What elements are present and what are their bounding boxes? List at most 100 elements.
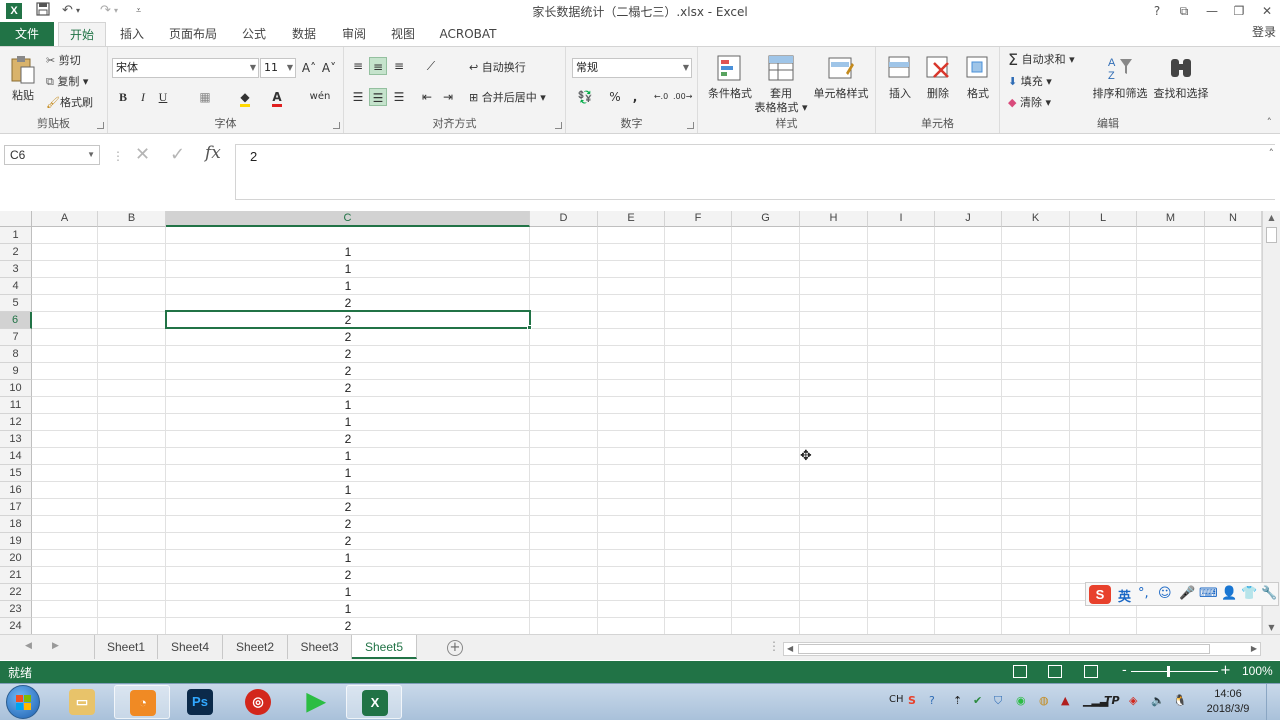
row-header-8[interactable]: 8 — [0, 346, 32, 363]
clear-button[interactable]: ◆ 清除 ▾ — [1008, 94, 1051, 112]
help-button[interactable]: ? — [1146, 2, 1168, 20]
fill-button[interactable]: ⬇ 填充 ▾ — [1008, 73, 1052, 91]
row-header-6[interactable]: 6 — [0, 312, 32, 329]
fill-handle[interactable] — [527, 325, 532, 330]
cell-c7[interactable]: 2 — [166, 329, 530, 346]
row-header-13[interactable]: 13 — [0, 431, 32, 448]
cell-c22[interactable]: 1 — [166, 584, 530, 601]
cell-styles-button[interactable]: 单元格样式 — [810, 53, 872, 101]
increase-decimal-button[interactable]: ←.0 — [652, 88, 670, 106]
sheet-tab-sheet3[interactable]: Sheet3 — [288, 635, 352, 659]
tab-review[interactable]: 审阅 — [334, 22, 374, 46]
copy-button[interactable]: ⧉ 复制 ▾ — [46, 73, 88, 91]
sheet-tab-sheet2[interactable]: Sheet2 — [223, 635, 288, 659]
align-top-icon[interactable]: ≡ — [349, 57, 367, 75]
cell-c15[interactable]: 1 — [166, 465, 530, 482]
column-header-e[interactable]: E — [598, 211, 665, 227]
page-break-preview-icon[interactable] — [1084, 665, 1098, 678]
tray-overflow-icon[interactable]: ⇡ — [953, 694, 962, 707]
tab-split-handle-icon[interactable]: ⋮ — [768, 639, 780, 653]
formula-input[interactable]: 2 — [235, 144, 1275, 200]
row-header-20[interactable]: 20 — [0, 550, 32, 567]
ribbon-display-options-button[interactable]: ⧉ — [1173, 2, 1195, 20]
sort-filter-button[interactable]: AZ 排序和筛选 — [1090, 53, 1150, 101]
font-size-select[interactable]: 11 ▼ — [260, 58, 296, 78]
page-layout-view-icon[interactable] — [1048, 665, 1062, 678]
italic-button[interactable]: I — [134, 88, 152, 106]
row-header-4[interactable]: 4 — [0, 278, 32, 295]
cell-c18[interactable]: 2 — [166, 516, 530, 533]
shrink-font-button[interactable]: A˅ — [320, 59, 338, 77]
cell-c8[interactable]: 2 — [166, 346, 530, 363]
bold-button[interactable]: B — [114, 88, 132, 106]
qq-icon[interactable]: 🐧 — [1173, 694, 1187, 707]
collapse-ribbon-icon[interactable]: ˄ — [1267, 116, 1273, 129]
cell-c14[interactable]: 1 — [166, 448, 530, 465]
row-header-3[interactable]: 3 — [0, 261, 32, 278]
decrease-indent-icon[interactable]: ⇤ — [418, 88, 436, 106]
row-header-2[interactable]: 2 — [0, 244, 32, 261]
tp-tray-icon[interactable]: TP — [1104, 694, 1120, 707]
shield-icon[interactable]: ⛉ — [994, 694, 1002, 708]
grow-font-button[interactable]: A˄ — [300, 59, 318, 77]
zoom-slider-track[interactable] — [1131, 671, 1218, 672]
column-header-a[interactable]: A — [32, 211, 98, 227]
align-left-icon[interactable]: ☰ — [349, 88, 367, 106]
microphone-icon[interactable]: 🎤 — [1179, 586, 1195, 601]
zoom-out-button[interactable]: - — [1122, 663, 1127, 678]
keyboard-icon[interactable]: ⌨ — [1199, 586, 1218, 601]
ime-mode-toggle[interactable]: 英 — [1118, 586, 1131, 605]
minimize-button[interactable]: — — [1201, 2, 1223, 20]
decrease-decimal-button[interactable]: .00→ — [673, 88, 692, 106]
wrap-text-button[interactable]: ↩ 自动换行 — [469, 59, 526, 77]
cancel-formula-icon[interactable]: ✕ — [135, 144, 150, 165]
taskbar-uc-browser[interactable]: ◔ — [114, 685, 170, 719]
cell-c3[interactable]: 1 — [166, 261, 530, 278]
align-bottom-icon[interactable]: ≡ — [390, 57, 408, 75]
zoom-in-button[interactable]: + — [1220, 663, 1231, 678]
column-header-c[interactable]: C — [166, 211, 530, 227]
row-header-21[interactable]: 21 — [0, 567, 32, 584]
user-icon[interactable]: 👤 — [1221, 586, 1237, 601]
cell-c17[interactable]: 2 — [166, 499, 530, 516]
sogou-logo-icon[interactable]: S — [1089, 585, 1111, 604]
taskbar-netease-music[interactable]: ◎ — [230, 685, 286, 719]
accounting-format-icon[interactable]: 💱 — [573, 88, 597, 106]
orientation-icon[interactable]: ⟋ — [422, 57, 440, 75]
find-select-button[interactable]: 查找和选择 — [1151, 53, 1211, 101]
horizontal-scrollbar[interactable]: ◀ ▶ — [783, 642, 1261, 656]
row-header-17[interactable]: 17 — [0, 499, 32, 516]
sogou-tray-icon[interactable]: S — [908, 694, 916, 707]
taskbar-video-player[interactable]: ▶ — [288, 685, 344, 719]
percent-button[interactable]: % — [606, 88, 624, 106]
number-format-select[interactable]: 常规 ▼ — [572, 58, 692, 78]
comma-button[interactable]: , — [626, 88, 644, 106]
taskbar-excel[interactable]: X — [346, 685, 402, 719]
cell-c23[interactable]: 1 — [166, 601, 530, 618]
cell-c10[interactable]: 2 — [166, 380, 530, 397]
align-middle-icon[interactable]: ≡ — [369, 57, 387, 75]
sheet-tab-sheet1[interactable]: Sheet1 — [94, 635, 158, 659]
punctuation-icon[interactable]: °, — [1138, 586, 1149, 601]
wrench-icon[interactable]: 🔧 — [1261, 586, 1277, 601]
format-cells-button[interactable]: 格式 — [960, 53, 996, 101]
zoom-slider-thumb[interactable] — [1167, 666, 1170, 677]
tab-data[interactable]: 数据 — [284, 22, 324, 46]
row-header-24[interactable]: 24 — [0, 618, 32, 634]
delete-cells-button[interactable]: 删除 — [920, 53, 956, 101]
autosum-button[interactable]: Σ 自动求和 ▾ — [1008, 51, 1075, 69]
row-header-16[interactable]: 16 — [0, 482, 32, 499]
cell-c11[interactable]: 1 — [166, 397, 530, 414]
column-header-l[interactable]: L — [1070, 211, 1137, 227]
row-header-23[interactable]: 23 — [0, 601, 32, 618]
row-header-18[interactable]: 18 — [0, 516, 32, 533]
paste-button[interactable]: 粘贴 — [6, 55, 40, 103]
help-tray-icon[interactable]: ? — [929, 694, 935, 707]
row-header-12[interactable]: 12 — [0, 414, 32, 431]
cell-c4[interactable]: 1 — [166, 278, 530, 295]
start-button[interactable] — [6, 685, 40, 719]
column-header-k[interactable]: K — [1002, 211, 1070, 227]
column-header-j[interactable]: J — [935, 211, 1002, 227]
skin-icon[interactable]: 👕 — [1241, 586, 1257, 601]
borders-icon[interactable]: ▦ — [196, 88, 214, 106]
